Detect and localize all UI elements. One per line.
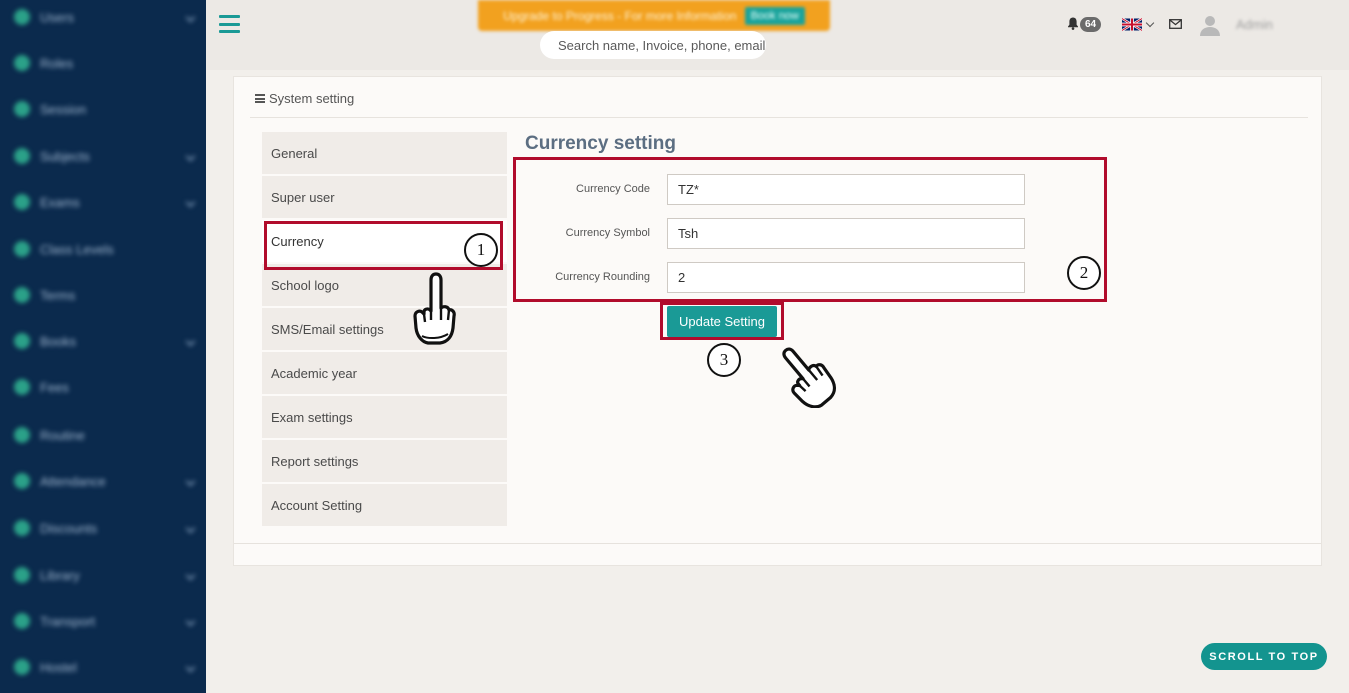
pointing-hand-icon [413, 272, 456, 345]
sidebar-item-transport[interactable]: Transport [0, 601, 206, 641]
mail-icon[interactable] [1169, 19, 1182, 29]
step-1-marker: 1 [464, 233, 498, 267]
sidebar-item-label: Fees [40, 379, 69, 395]
sidebar-item-label: Transport [40, 613, 96, 629]
bell-icon[interactable] [1067, 17, 1079, 30]
sidebar-item-users[interactable]: Users [0, 0, 206, 37]
routine-icon [14, 427, 30, 443]
currency-symbol-label: Currency Symbol [565, 227, 650, 239]
sidebar-item-library[interactable]: Library [0, 555, 206, 595]
notification-count-badge: 64 [1080, 17, 1102, 32]
chart-icon [14, 287, 30, 303]
sidebar-item-label: Roles [40, 55, 74, 71]
chevron-down-icon [185, 662, 196, 672]
sidebar-item-label: Session [40, 101, 87, 117]
tab-general[interactable]: General [262, 132, 507, 174]
subjects-icon [14, 148, 30, 164]
sidebar-item-hostel[interactable]: Hostel [0, 647, 206, 687]
tab-sms-email-settings[interactable]: SMS/Email settings [262, 308, 507, 350]
tab-academic-year[interactable]: Academic year [262, 352, 507, 394]
avatar-icon[interactable] [1199, 14, 1221, 36]
uk-flag-icon[interactable] [1122, 18, 1142, 31]
sidebar-item-discounts[interactable]: Discounts [0, 508, 206, 548]
fees-icon [14, 379, 30, 395]
currency-code-field[interactable] [667, 174, 1025, 205]
sidebar-item-label: Terms [40, 287, 76, 303]
pointing-hand-icon [782, 347, 837, 408]
sidebar-item-terms[interactable]: Terms [0, 275, 206, 315]
chevron-down-icon [185, 336, 196, 346]
exams-icon [14, 194, 30, 210]
tab-account-setting[interactable]: Account Setting [262, 484, 507, 526]
divider [250, 117, 1308, 118]
sidebar: Users Roles Session Subjects Exams Class… [0, 0, 206, 693]
sidebar-item-routine[interactable]: Routine [0, 415, 206, 455]
step-2-marker: 2 [1067, 256, 1101, 290]
scroll-to-top-button[interactable]: SCROLL TO TOP [1201, 643, 1327, 670]
upgrade-banner-text: Upgrade to Progress - For more Informati… [503, 8, 737, 23]
chevron-down-icon [185, 197, 196, 207]
chevron-down-icon [185, 616, 196, 626]
library-icon [14, 567, 30, 583]
currency-rounding-field[interactable] [667, 262, 1025, 293]
currency-rounding-label: Currency Rounding [555, 271, 650, 283]
tab-exam-settings[interactable]: Exam settings [262, 396, 507, 438]
currency-symbol-field[interactable] [667, 218, 1025, 249]
list-icon [255, 94, 265, 103]
roles-icon [14, 55, 30, 71]
session-icon [14, 101, 30, 117]
sidebar-item-label: Library [40, 567, 80, 583]
menu-toggle-icon[interactable] [219, 15, 240, 33]
currency-code-label: Currency Code [576, 183, 650, 195]
form-title: Currency setting [525, 133, 676, 154]
tab-report-settings[interactable]: Report settings [262, 440, 507, 482]
panel-heading: System setting [255, 91, 354, 106]
chevron-down-icon [185, 476, 196, 486]
sidebar-item-subjects[interactable]: Subjects [0, 136, 206, 176]
panel-heading-text: System setting [269, 91, 355, 106]
sidebar-item-exams[interactable]: Exams [0, 182, 206, 222]
chevron-down-icon [185, 570, 196, 580]
sidebar-item-books[interactable]: Books [0, 321, 206, 361]
users-icon [14, 9, 30, 25]
chevron-down-icon [185, 151, 196, 161]
sidebar-item-label: Routine [40, 427, 85, 443]
attendance-icon [14, 473, 30, 489]
sidebar-item-label: Attendance [40, 473, 106, 489]
sidebar-item-attendance[interactable]: Attendance [0, 461, 206, 501]
sidebar-item-fees[interactable]: Fees [0, 367, 206, 407]
class-levels-icon [14, 241, 30, 257]
hostel-icon [14, 659, 30, 675]
divider [234, 543, 1321, 544]
sidebar-item-label: Exams [40, 194, 80, 210]
user-menu[interactable]: Admin [1236, 17, 1273, 32]
sidebar-item-label: Hostel [40, 659, 77, 675]
books-icon [14, 333, 30, 349]
sidebar-item-session[interactable]: Session [0, 89, 206, 129]
step-3-marker: 3 [707, 343, 741, 377]
upgrade-banner: Upgrade to Progress - For more Informati… [478, 0, 830, 31]
chevron-down-icon [185, 12, 196, 22]
transport-icon [14, 613, 30, 629]
sidebar-item-label: Discounts [40, 520, 98, 536]
update-setting-button[interactable]: Update Setting [667, 306, 777, 337]
search-input[interactable] [540, 31, 766, 59]
sidebar-item-label: Users [40, 9, 74, 25]
sidebar-item-label: Books [40, 333, 77, 349]
tab-super-user[interactable]: Super user [262, 176, 507, 218]
book-now-button[interactable]: Book now [744, 6, 805, 25]
sidebar-item-label: Class Levels [40, 241, 114, 257]
tab-school-logo[interactable]: School logo [262, 264, 507, 306]
sidebar-item-roles[interactable]: Roles [0, 43, 206, 83]
sidebar-item-class-levels[interactable]: Class Levels [0, 229, 206, 269]
chevron-down-icon [185, 523, 196, 533]
discount-icon [14, 520, 30, 536]
sidebar-item-label: Subjects [40, 148, 90, 164]
